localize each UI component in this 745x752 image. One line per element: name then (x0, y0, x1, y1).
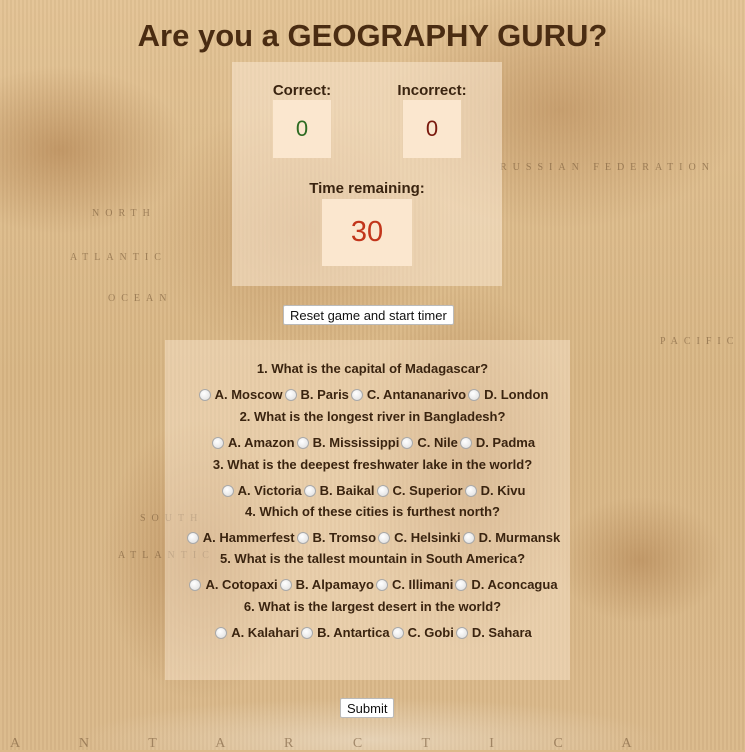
answer-option-label: A. Cotopaxi (205, 577, 278, 592)
map-label-atlantic: ATLANTIC (70, 252, 167, 263)
answer-option[interactable]: C. Helsinki (376, 530, 461, 545)
question-3-options: A. Victoria B. Baikal C. Superior D. Kivu (0, 483, 745, 500)
answer-option[interactable]: A. Hammerfest (185, 530, 295, 545)
answer-option-label: A. Moscow (214, 387, 283, 402)
radio-button[interactable] (350, 388, 363, 401)
radio-button[interactable] (468, 388, 481, 401)
map-label-north: NORTH (92, 208, 156, 219)
page-title: Are you a GEOGRAPHY GURU? (137, 18, 608, 53)
answer-option-label: B. Alpamayo (295, 577, 374, 592)
answer-option[interactable]: A. Kalahari (213, 625, 299, 640)
time-remaining-label: Time remaining: (309, 180, 425, 197)
answer-option[interactable]: C. Nile (399, 435, 458, 450)
answer-option[interactable]: D. Murmansk (461, 530, 561, 545)
answer-option[interactable]: A. Amazon (210, 435, 295, 450)
answer-option[interactable]: B. Baikal (302, 483, 375, 498)
answer-option-label: C. Superior (392, 483, 463, 498)
answer-option-label: D. Kivu (480, 483, 526, 498)
radio-button[interactable] (189, 578, 202, 591)
answer-option[interactable]: B. Antartica (299, 625, 390, 640)
radio-button[interactable] (464, 484, 477, 497)
reset-game-button[interactable]: Reset game and start timer (283, 305, 454, 325)
question-1-options: A. Moscow B. Paris C. Antananarivo D. Londo… (0, 387, 745, 404)
radio-button[interactable] (215, 626, 228, 639)
answer-option[interactable]: B. Mississippi (295, 435, 400, 450)
radio-button[interactable] (303, 484, 316, 497)
radio-button[interactable] (378, 531, 391, 544)
map-label-ocean: OCEAN (108, 293, 173, 304)
time-remaining-value: 30 (322, 199, 412, 266)
answer-option-label: C. Nile (417, 435, 458, 450)
incorrect-count: 0 (403, 100, 461, 158)
question-5-text: 5. What is the tallest mountain in South… (219, 551, 526, 566)
question-1-text: 1. What is the capital of Madagascar? (256, 361, 489, 376)
answer-option-label: D. Sahara (471, 625, 532, 640)
answer-option-label: C. Helsinki (394, 530, 461, 545)
correct-count: 0 (273, 100, 331, 158)
incorrect-label: Incorrect: (397, 82, 467, 99)
answer-option[interactable]: D. Padma (458, 435, 535, 450)
answer-option[interactable]: D. Kivu (463, 483, 526, 498)
answer-option[interactable]: B. Tromso (295, 530, 377, 545)
radio-button[interactable] (211, 436, 224, 449)
correct-label: Correct: (272, 82, 332, 99)
answer-option-label: A. Kalahari (231, 625, 300, 640)
radio-button[interactable] (391, 626, 404, 639)
radio-button[interactable] (284, 388, 297, 401)
answer-option-label: C. Gobi (407, 625, 454, 640)
answer-option[interactable]: D. London (466, 387, 548, 402)
radio-button[interactable] (455, 578, 468, 591)
radio-button[interactable] (279, 578, 292, 591)
submit-button[interactable]: Submit (340, 698, 395, 718)
answer-option[interactable]: A. Moscow (197, 387, 283, 402)
question-6-text: 6. What is the largest desert in the wor… (243, 599, 502, 614)
answer-option[interactable]: C. Illimani (374, 577, 453, 592)
radio-button[interactable] (376, 484, 389, 497)
radio-button[interactable] (462, 531, 475, 544)
answer-option[interactable]: B. Paris (283, 387, 349, 402)
scoreboard-panel: Correct: 0 Incorrect: 0 Time remaining: … (232, 62, 502, 286)
answer-option-label: B. Tromso (312, 530, 377, 545)
answer-option-label: A. Victoria (237, 483, 302, 498)
answer-option[interactable]: A. Victoria (220, 483, 302, 498)
answer-option-label: C. Illimani (391, 577, 454, 592)
answer-option[interactable]: D. Sahara (454, 625, 532, 640)
answer-option-label: B. Baikal (319, 483, 375, 498)
answer-option-label: B. Mississippi (312, 435, 400, 450)
radio-button[interactable] (186, 531, 199, 544)
answer-option[interactable]: B. Alpamayo (278, 577, 374, 592)
answer-option[interactable]: C. Gobi (390, 625, 454, 640)
question-4-text: 4. Which of these cities is furthest nor… (245, 504, 500, 519)
radio-button[interactable] (296, 531, 309, 544)
answer-option-label: D. Murmansk (478, 530, 561, 545)
answer-option[interactable]: A. Cotopaxi (187, 577, 278, 592)
answer-option[interactable]: C. Antananarivo (349, 387, 466, 402)
radio-button[interactable] (198, 388, 211, 401)
answer-option-label: A. Hammerfest (202, 530, 295, 545)
radio-button[interactable] (296, 436, 309, 449)
radio-button[interactable] (459, 436, 472, 449)
radio-button[interactable] (401, 436, 414, 449)
question-2-text: 2. What is the longest river in Banglade… (239, 409, 506, 424)
question-4-options: A. Hammerfest B. Tromso C. Helsinki D. Murm… (0, 530, 745, 547)
question-6-options: A. Kalahari B. Antartica C. Gobi D. Sahara (0, 625, 745, 642)
answer-option-label: D. Padma (475, 435, 536, 450)
answer-option-label: D. London (484, 387, 549, 402)
answer-option[interactable]: D. Aconcagua (453, 577, 558, 592)
answer-option-label: C. Antananarivo (366, 387, 467, 402)
map-label-pacific: PACIFIC (660, 336, 740, 347)
question-3-text: 3. What is the deepest freshwater lake i… (212, 457, 533, 472)
answer-option-label: A. Amazon (227, 435, 295, 450)
answer-option-label: B. Paris (300, 387, 349, 402)
answer-option[interactable]: C. Superior (375, 483, 463, 498)
map-label-russia: RUSSIAN FEDERATION (500, 162, 715, 173)
question-2-options: A. Amazon B. Mississippi C. Nile D. Padma (0, 435, 745, 452)
radio-button[interactable] (375, 578, 388, 591)
answer-option-label: B. Antartica (317, 625, 390, 640)
answer-option-label: D. Aconcagua (471, 577, 558, 592)
radio-button[interactable] (301, 626, 314, 639)
radio-button[interactable] (455, 626, 468, 639)
radio-button[interactable] (221, 484, 234, 497)
question-5-options: A. Cotopaxi B. Alpamayo C. Illimani D. Acon… (0, 577, 745, 594)
